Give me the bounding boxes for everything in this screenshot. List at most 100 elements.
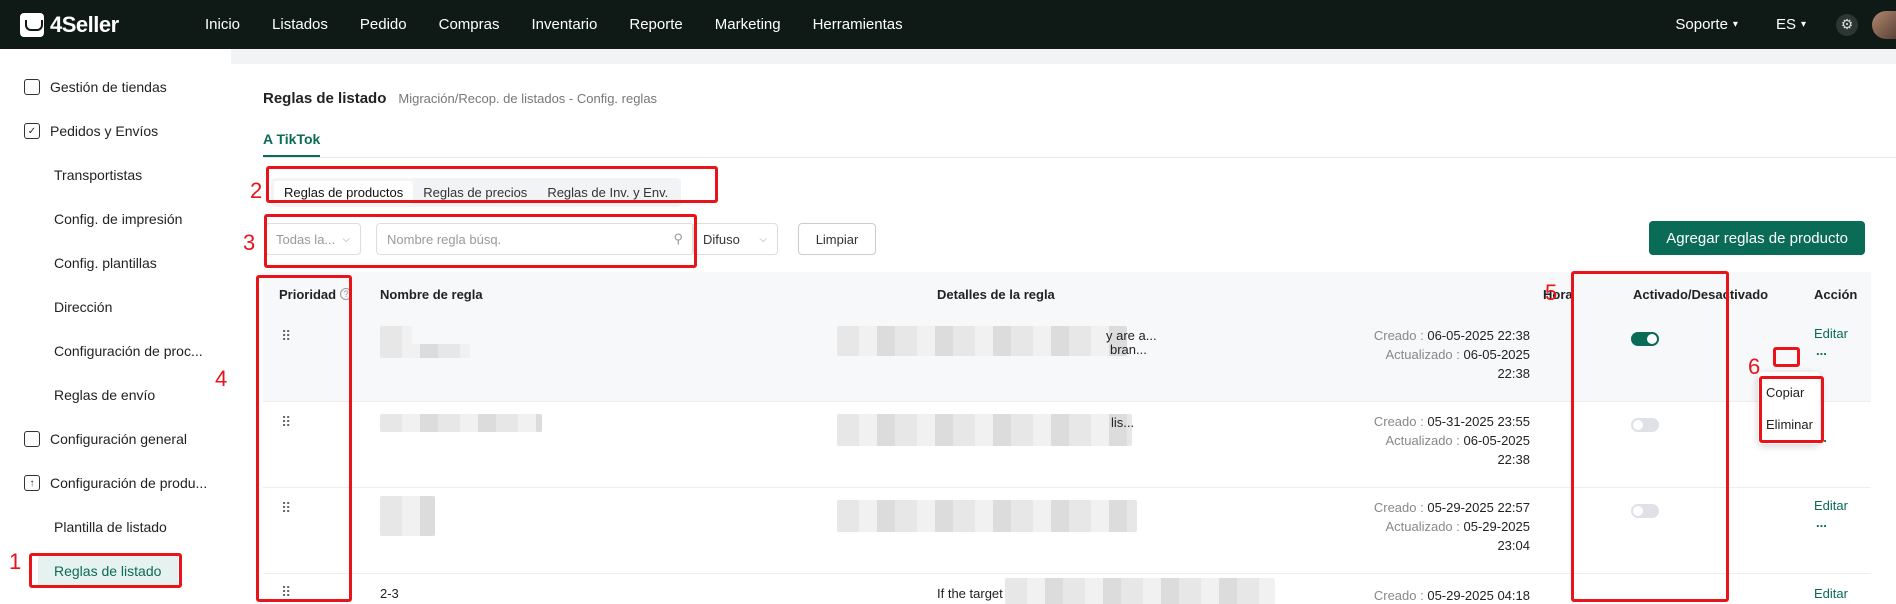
annotation-box-5	[1571, 271, 1729, 602]
annotation-box-6b	[1759, 376, 1824, 443]
created-value: 06-05-2025 22:38	[1427, 328, 1530, 343]
sidebar-item-gestion-tiendas[interactable]: Gestión de tiendas	[24, 72, 167, 102]
rule-details: y are a...	[1106, 328, 1157, 343]
rule-time: Creado : 05-31-2025 23:55 Actualizado : …	[1374, 412, 1530, 469]
edit-link[interactable]: Editar	[1814, 498, 1848, 513]
annotation-box-4	[256, 275, 352, 602]
updated-date: 05-29-2025	[1463, 519, 1531, 534]
sidebar-item-config-producto[interactable]: ↑ Configuración de produ...	[24, 468, 207, 498]
nav-listados[interactable]: Listados	[272, 16, 328, 33]
support-label: Soporte	[1675, 16, 1728, 33]
sidebar-item-plantilla-listado[interactable]: Plantilla de listado	[54, 512, 167, 542]
nav-reporte[interactable]: Reporte	[629, 16, 682, 33]
sidebar-item-config-general[interactable]: Configuración general	[24, 424, 187, 454]
main-nav: Inicio Listados Pedido Compras Inventari…	[205, 16, 935, 33]
annotation-number-4: 4	[215, 366, 228, 391]
nav-pedido[interactable]: Pedido	[360, 16, 407, 33]
upload-box-icon: ↑	[24, 475, 40, 491]
created-label: Creado :	[1373, 588, 1428, 603]
rule-details: bran...	[1110, 342, 1147, 357]
clear-button[interactable]: Limpiar	[798, 223, 876, 255]
sidebar-item-config-procesamiento[interactable]: Configuración de proc...	[54, 336, 203, 366]
sidebar-item-reglas-envio[interactable]: Reglas de envío	[54, 380, 155, 410]
chevron-down-icon: ⌵	[759, 233, 767, 245]
chevron-down-icon: ▾	[1800, 19, 1806, 30]
created-label: Creado :	[1373, 328, 1428, 343]
rule-name: 2-3	[380, 586, 399, 601]
created-value: 05-31-2025 23:55	[1427, 414, 1530, 429]
annotation-number-6: 6	[1748, 354, 1761, 379]
match-mode-select[interactable]: Difuso ⌵	[692, 223, 778, 255]
rule-details: lis...	[1111, 415, 1135, 430]
sidebar-item-direccion[interactable]: Dirección	[54, 292, 112, 322]
nav-inventario[interactable]: Inventario	[531, 16, 597, 33]
support-dropdown[interactable]: Soporte ▾	[1675, 16, 1738, 33]
sidebar-item-label: Config. de impresión	[54, 211, 183, 227]
tab-divider	[263, 157, 1896, 158]
nav-compras[interactable]: Compras	[439, 16, 500, 33]
sidebar-item-label: Configuración general	[50, 431, 187, 447]
col-nombre: Nombre de regla	[380, 286, 483, 302]
page-header: Reglas de listado Migración/Recop. de li…	[263, 90, 657, 107]
sidebar-item-label: Plantilla de listado	[54, 519, 167, 535]
created-value: 05-29-2025 22:57	[1427, 500, 1530, 515]
sidebar-item-pedidos-envios[interactable]: ✓ Pedidos y Envíos	[24, 116, 158, 146]
rule-time: Creado : 05-29-2025 22:57 Actualizado : …	[1374, 498, 1530, 555]
updated-date: 06-05-2025	[1463, 347, 1531, 362]
sidebar: Gestión de tiendas ✓ Pedidos y Envíos Tr…	[0, 49, 231, 604]
clipboard-check-icon: ✓	[24, 123, 40, 139]
logo-text: 4Seller	[50, 11, 119, 37]
edit-link[interactable]: Editar	[1814, 586, 1848, 601]
sidebar-item-label: Reglas de envío	[54, 387, 156, 403]
nav-inicio[interactable]: Inicio	[205, 16, 240, 33]
sidebar-item-config-impresion[interactable]: Config. de impresión	[54, 204, 182, 234]
logo[interactable]: 4Seller	[20, 12, 205, 38]
rule-time: Creado : 05-29-2025 04:18	[1374, 586, 1530, 604]
rule-time: Creado : 06-05-2025 22:38 Actualizado : …	[1374, 326, 1530, 383]
sidebar-item-label: Transportistas	[54, 167, 143, 183]
tab-a-tiktok[interactable]: A TikTok	[263, 131, 321, 157]
edit-link[interactable]: Editar	[1814, 326, 1848, 341]
updated-label: Actualizado :	[1385, 519, 1464, 534]
chevron-down-icon: ▾	[1732, 19, 1738, 30]
logo-bag-icon	[20, 12, 44, 37]
redacted-details	[1005, 578, 1275, 604]
redacted-details	[837, 414, 1132, 446]
col-accion: Acción	[1814, 286, 1858, 302]
sidebar-item-label: Gestión de tiendas	[50, 79, 167, 95]
redacted-name	[380, 344, 470, 358]
updated-time: 23:04	[1497, 538, 1530, 553]
redacted-name	[380, 496, 435, 536]
redacted-name	[380, 326, 412, 344]
updated-time: 22:38	[1497, 366, 1530, 381]
sidebar-item-config-plantillas[interactable]: Config. plantillas	[54, 248, 157, 278]
updated-label: Actualizado :	[1385, 433, 1464, 448]
add-product-rule-button[interactable]: Agregar reglas de producto	[1649, 221, 1865, 255]
nav-herramientas[interactable]: Herramientas	[813, 16, 903, 33]
col-detalles: Detalles de la regla	[937, 286, 1055, 302]
sidebar-item-transportistas[interactable]: Transportistas	[54, 160, 142, 190]
more-actions-button[interactable]: ...	[1816, 515, 1827, 530]
nav-marketing[interactable]: Marketing	[715, 16, 781, 33]
more-actions-button[interactable]: ...	[1816, 343, 1827, 358]
redacted-name	[380, 414, 542, 432]
avatar[interactable]	[1872, 10, 1896, 39]
annotation-box-6a	[1773, 347, 1800, 367]
redacted-details	[837, 500, 1137, 532]
top-bar: 4Seller Inicio Listados Pedido Compras I…	[0, 0, 1896, 49]
annotation-box-2	[266, 166, 718, 203]
sidebar-item-label: Configuración de proc...	[54, 343, 203, 359]
sidebar-item-label: Config. plantillas	[54, 255, 157, 271]
page-title: Reglas de listado	[263, 90, 387, 107]
language-dropdown[interactable]: ES ▾	[1776, 16, 1806, 33]
match-mode-value: Difuso	[703, 231, 740, 247]
gear-icon[interactable]: ⚙	[1836, 13, 1858, 36]
updated-time: 22:38	[1497, 452, 1530, 467]
annotation-number-3: 3	[243, 230, 256, 255]
store-icon	[24, 79, 40, 95]
created-label: Creado :	[1373, 414, 1428, 429]
created-label: Creado :	[1373, 500, 1428, 515]
redacted-details	[837, 326, 1127, 356]
printer-icon	[24, 431, 40, 447]
top-right-controls: Soporte ▾ ES ▾ ⚙	[1675, 0, 1896, 49]
